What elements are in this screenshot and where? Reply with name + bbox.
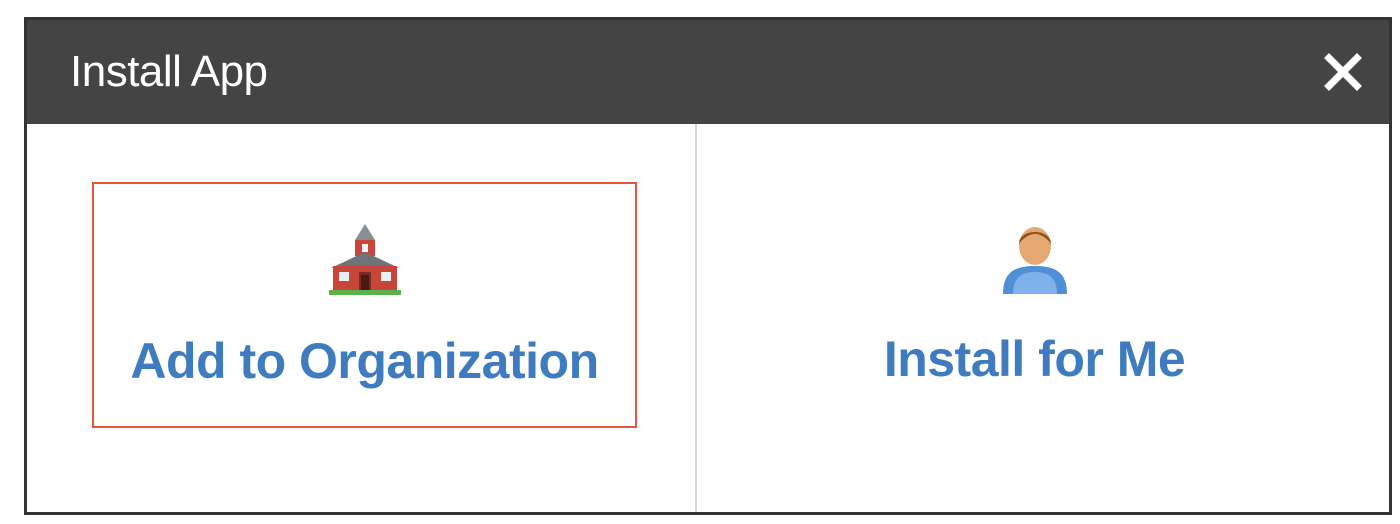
install-for-me-label: Install for Me [883,331,1186,387]
school-building-icon [325,222,405,298]
add-to-organization-button[interactable]: Add to Organization [92,182,637,428]
column-divider [695,124,697,512]
user-person-icon [995,220,1075,296]
install-app-dialog: Install App Add to Organization Install … [24,17,1392,515]
dialog-body: Add to Organization Install for Me [27,124,1389,512]
dialog-title: Install App [70,47,268,96]
install-for-me-button[interactable]: Install for Me [727,182,1342,428]
close-icon[interactable] [1321,50,1365,94]
dialog-titlebar: Install App [27,20,1389,124]
add-to-organization-label: Add to Organization [130,333,599,389]
